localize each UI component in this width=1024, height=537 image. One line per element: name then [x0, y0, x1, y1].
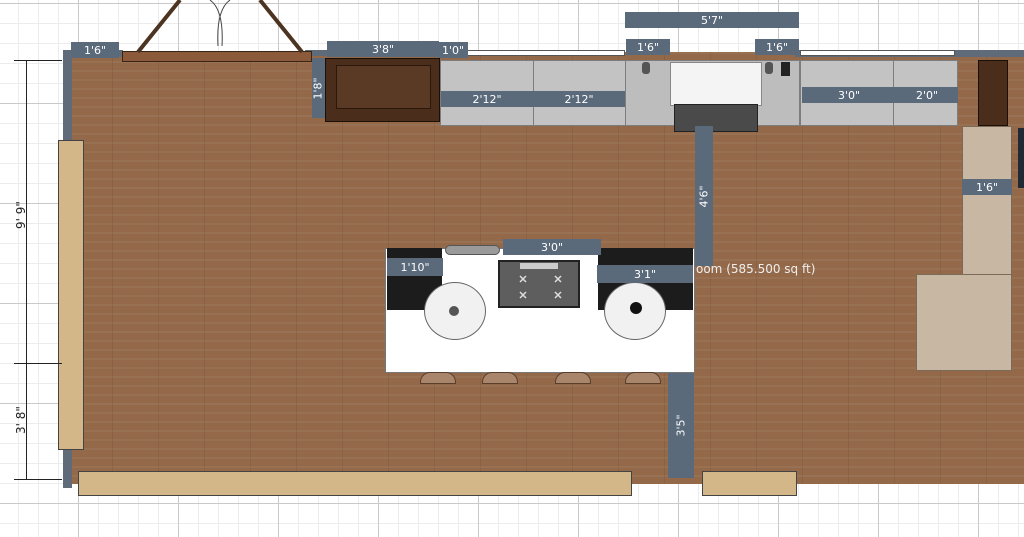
dimension-2-12-a[interactable]: 2'12": [441, 91, 533, 107]
stool-top-left-center-icon: [449, 306, 459, 316]
ruler-label-top: 9' 9": [14, 201, 28, 229]
dimension-1-6-sofa[interactable]: 1'6": [962, 179, 1012, 195]
dimension-1-8-label: 1'8": [312, 76, 325, 100]
cooktop-control-bar: [520, 263, 558, 269]
room-area-label: oom (585.500 sq ft): [696, 262, 816, 276]
dimension-3-5[interactable]: 3'5": [668, 373, 694, 478]
faucet-right-icon: [765, 62, 773, 74]
ruler-tick-top: [14, 60, 62, 61]
dimension-3-8[interactable]: 3'8": [327, 41, 439, 57]
ruler-tick-mid: [14, 363, 62, 364]
dimension-3-0-counter[interactable]: 3'0": [802, 87, 896, 103]
dimension-3-1[interactable]: 3'1": [597, 265, 693, 283]
window-top-right: [800, 50, 955, 56]
dimension-4-6-label: 4'6": [697, 184, 711, 208]
dimension-5-7[interactable]: 5'7": [625, 12, 799, 28]
stool-top-right-center-icon: [630, 302, 642, 314]
bar-stool-1[interactable]: [420, 372, 456, 384]
dimension-1-8[interactable]: 1'8": [312, 58, 325, 118]
ruler-label-bottom-container: 3' 8": [6, 400, 36, 440]
ruler-tick-bottom: [14, 479, 62, 480]
double-door-swing: [136, 0, 304, 54]
island-range-hood: [445, 245, 500, 255]
burner-grate-icon: [519, 275, 562, 299]
ruler-label-bottom: 3' 8": [14, 406, 28, 434]
bar-stool-4[interactable]: [625, 372, 661, 384]
dimension-1-6-sink-right[interactable]: 1'6": [755, 39, 799, 55]
tall-cabinet[interactable]: [978, 60, 1008, 126]
sofa-right[interactable]: [962, 126, 1012, 276]
sink-basin: [670, 62, 762, 106]
ruler-label-top-container: 9' 9": [6, 195, 36, 235]
dimension-1-6-left[interactable]: 1'6": [71, 42, 119, 58]
dishwasher: [674, 104, 758, 132]
bench-bottom-right[interactable]: [702, 471, 797, 496]
dimension-3-0-cooktop[interactable]: 3'0": [503, 239, 601, 255]
bench-left[interactable]: [58, 140, 84, 450]
dimension-1-6-sink-left[interactable]: 1'6": [626, 39, 670, 55]
bar-stool-3[interactable]: [555, 372, 591, 384]
dimension-3-5-label: 3'5": [674, 414, 688, 437]
soap-dispenser-icon: [781, 62, 790, 76]
dimension-2-0[interactable]: 2'0": [896, 87, 958, 103]
dimension-2-12-b[interactable]: 2'12": [533, 91, 625, 107]
dimension-1-0[interactable]: 1'0": [438, 42, 468, 58]
right-edge-dark-strip: [1018, 128, 1024, 188]
bench-bottom-left[interactable]: [78, 471, 632, 496]
faucet-left-icon: [642, 62, 650, 74]
bar-stool-2[interactable]: [482, 372, 518, 384]
armchair[interactable]: [325, 58, 440, 122]
window-top: [465, 50, 625, 56]
ottoman-right[interactable]: [916, 274, 1012, 371]
dimension-1-10[interactable]: 1'10": [387, 258, 443, 276]
dimension-4-6[interactable]: 4'6": [695, 126, 713, 266]
armchair-seat: [336, 65, 431, 109]
